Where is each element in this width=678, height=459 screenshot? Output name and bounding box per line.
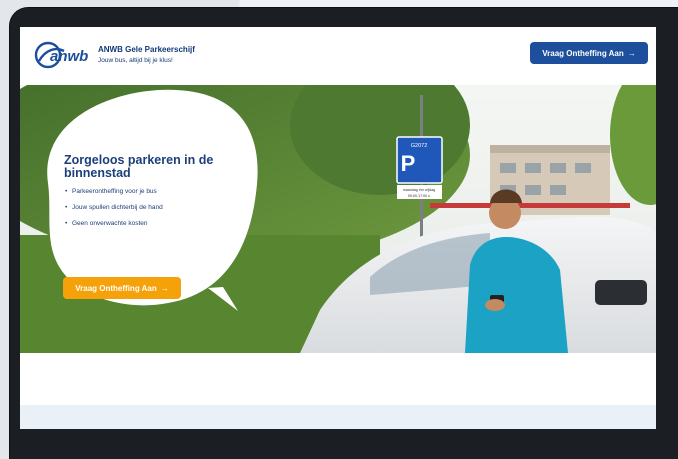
hero-bullet-list: • Parkeerontheffing voor je bus • Jouw spu… bbox=[64, 188, 163, 236]
header-cta-button[interactable]: Vraag Ontheffing Aan → bbox=[530, 42, 648, 64]
arrow-right-icon: → bbox=[627, 48, 636, 58]
site-header: anwb ANWB Gele Parkeerschijf Jouw bus, a… bbox=[20, 27, 656, 85]
hero-title: Zorgeloos parkeren in de binnenstad bbox=[64, 153, 214, 180]
list-item: • Jouw spullen dichterbij de hand bbox=[64, 204, 163, 211]
bullet-text: Geen onverwachte kosten bbox=[72, 220, 148, 227]
anwb-logo-icon: anwb bbox=[34, 41, 88, 69]
hero-cta-label: Vraag Ontheffing Aan bbox=[75, 283, 157, 293]
anwb-logo[interactable]: anwb bbox=[34, 39, 96, 76]
laptop-frame: anwb ANWB Gele Parkeerschijf Jouw bus, a… bbox=[10, 8, 678, 459]
bullet-text: Jouw spullen dichterbij de hand bbox=[72, 204, 163, 211]
brand-subtitle: Jouw bus, altijd bij je klus! bbox=[98, 57, 173, 64]
list-item: • Parkeerontheffing voor je bus bbox=[64, 188, 163, 195]
bullet-icon: • bbox=[65, 188, 68, 195]
browser-viewport: anwb ANWB Gele Parkeerschijf Jouw bus, a… bbox=[20, 27, 656, 429]
list-item: • Geen onverwachte kosten bbox=[64, 220, 163, 227]
logo-wordmark: anwb bbox=[50, 48, 88, 65]
hero-cta-button[interactable]: Vraag Ontheffing Aan → bbox=[63, 277, 181, 299]
content-area bbox=[20, 353, 656, 405]
arrow-right-icon: → bbox=[160, 283, 169, 293]
bullet-text: Parkeerontheffing voor je bus bbox=[72, 188, 157, 195]
bullet-icon: • bbox=[65, 204, 68, 211]
header-cta-label: Vraag Ontheffing Aan bbox=[542, 48, 624, 58]
bullet-icon: • bbox=[65, 220, 68, 227]
footer-band bbox=[20, 405, 656, 429]
brand-title: ANWB Gele Parkeerschijf bbox=[98, 45, 195, 54]
